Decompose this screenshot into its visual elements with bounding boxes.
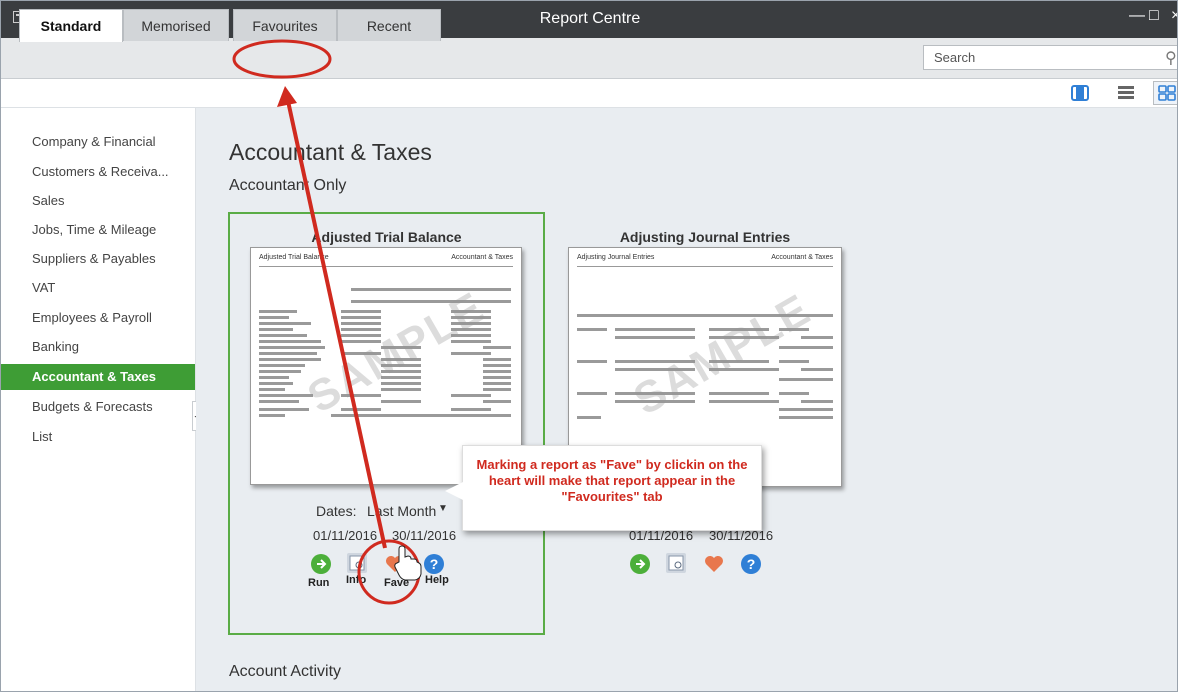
report-centre-window: Report Centre — □ × Standard Memorised F… [0,0,1178,692]
sidebar-item-customers-receivables[interactable]: Customers & Receiva... [1,159,195,185]
run-icon-2[interactable] [630,554,650,574]
sidebar-item-banking[interactable]: Banking [1,334,195,360]
info-label[interactable]: Info [346,574,366,586]
chevron-down-icon[interactable]: ▼ [438,503,448,514]
help-icon-2[interactable]: ? [741,554,761,574]
sidebar-item-sales[interactable]: Sales [1,188,195,214]
info-icon-2[interactable] [666,553,686,573]
sidebar-item-budgets-forecasts[interactable]: Budgets & Forecasts [1,394,195,420]
maximize-icon[interactable]: □ [1149,7,1159,25]
info-icon[interactable] [347,553,367,573]
category-sidebar: Company & Financial Customers & Receiva.… [1,108,196,691]
minimize-icon[interactable]: — [1129,7,1145,25]
sidebar-item-vat[interactable]: VAT [1,275,195,301]
report-card-title[interactable]: Adjusted Trial Balance [230,229,543,245]
thumb-header-left: Adjusted Trial Balance [259,254,329,261]
tab-standard[interactable]: Standard [19,9,123,42]
run-label[interactable]: Run [308,577,329,589]
fave-label[interactable]: Fave [384,577,409,589]
section-title-account-activity: Account Activity [229,663,342,680]
search-icon[interactable]: ⚲ [1165,48,1177,68]
page-title: Accountant & Taxes [229,139,432,165]
tab-favourites[interactable]: Favourites [233,9,337,41]
sidebar-item-jobs-time-mileage[interactable]: Jobs, Time & Mileage [1,217,195,243]
annotation-callout: Marking a report as "Fave" by clickin on… [445,445,762,531]
close-icon[interactable]: × [1171,7,1177,25]
sidebar-item-suppliers-payables[interactable]: Suppliers & Payables [1,246,195,272]
help-label[interactable]: Help [425,574,449,586]
list-view-icon[interactable] [1113,81,1139,105]
carousel-view-icon[interactable] [1067,81,1093,105]
help-icon[interactable]: ? [424,554,444,574]
report-card-title-adjusting-journal[interactable]: Adjusting Journal Entries [567,229,843,245]
tab-recent[interactable]: Recent [337,9,441,41]
thumb-header-left-2: Adjusting Journal Entries [577,254,655,261]
dates-label: Dates: [316,503,357,519]
date-from[interactable]: 01/11/2016 [313,528,377,543]
sidebar-item-list[interactable]: List [1,424,195,450]
sidebar-item-employees-payroll[interactable]: Employees & Payroll [1,305,195,331]
section-title: Accountant Only [229,177,347,194]
run-icon[interactable] [311,554,331,574]
search-input[interactable]: Search [923,45,1177,70]
grid-view-icon[interactable] [1153,81,1177,105]
tab-memorised[interactable]: Memorised [123,9,229,41]
heart-icon-2[interactable] [703,554,723,574]
dates-dropdown[interactable]: Last Month [367,503,436,519]
sidebar-item-accountant-taxes[interactable]: Accountant & Taxes [1,364,195,390]
view-toolbar [1,79,1177,108]
sidebar-item-company-financial[interactable]: Company & Financial [1,129,195,155]
date-to[interactable]: 30/11/2016 [392,528,456,543]
sample-watermark-2: SAMPLE [625,284,820,425]
heart-icon[interactable] [384,554,404,574]
thumb-header-right: Accountant & Taxes [451,254,513,261]
thumb-header-right-2: Accountant & Taxes [771,254,833,261]
